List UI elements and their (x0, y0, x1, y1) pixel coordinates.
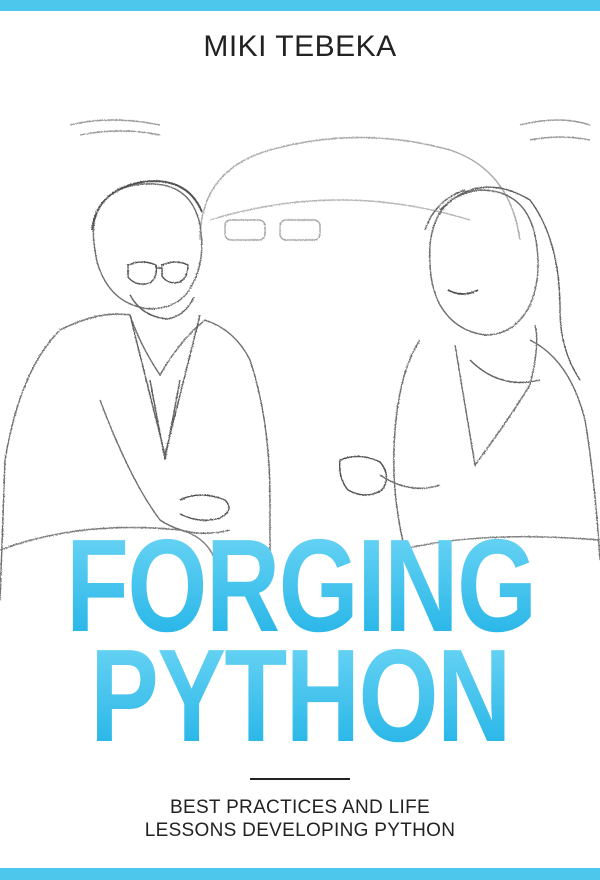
author-name: MIKI TEBEKA (203, 30, 397, 63)
subtitle-line-1: BEST PRACTICES AND LIFE (170, 797, 430, 818)
subtitle-line-2: LESSONS DEVELOPING PYTHON (144, 820, 456, 841)
top-accent-bar (0, 0, 600, 11)
book-cover: MIKI TEBEKA FORGING PYTHON BEST PRACTICE… (0, 0, 600, 880)
title-line-2: PYTHON (66, 630, 534, 762)
bottom-accent-bar (0, 868, 600, 880)
title-divider (250, 778, 350, 780)
